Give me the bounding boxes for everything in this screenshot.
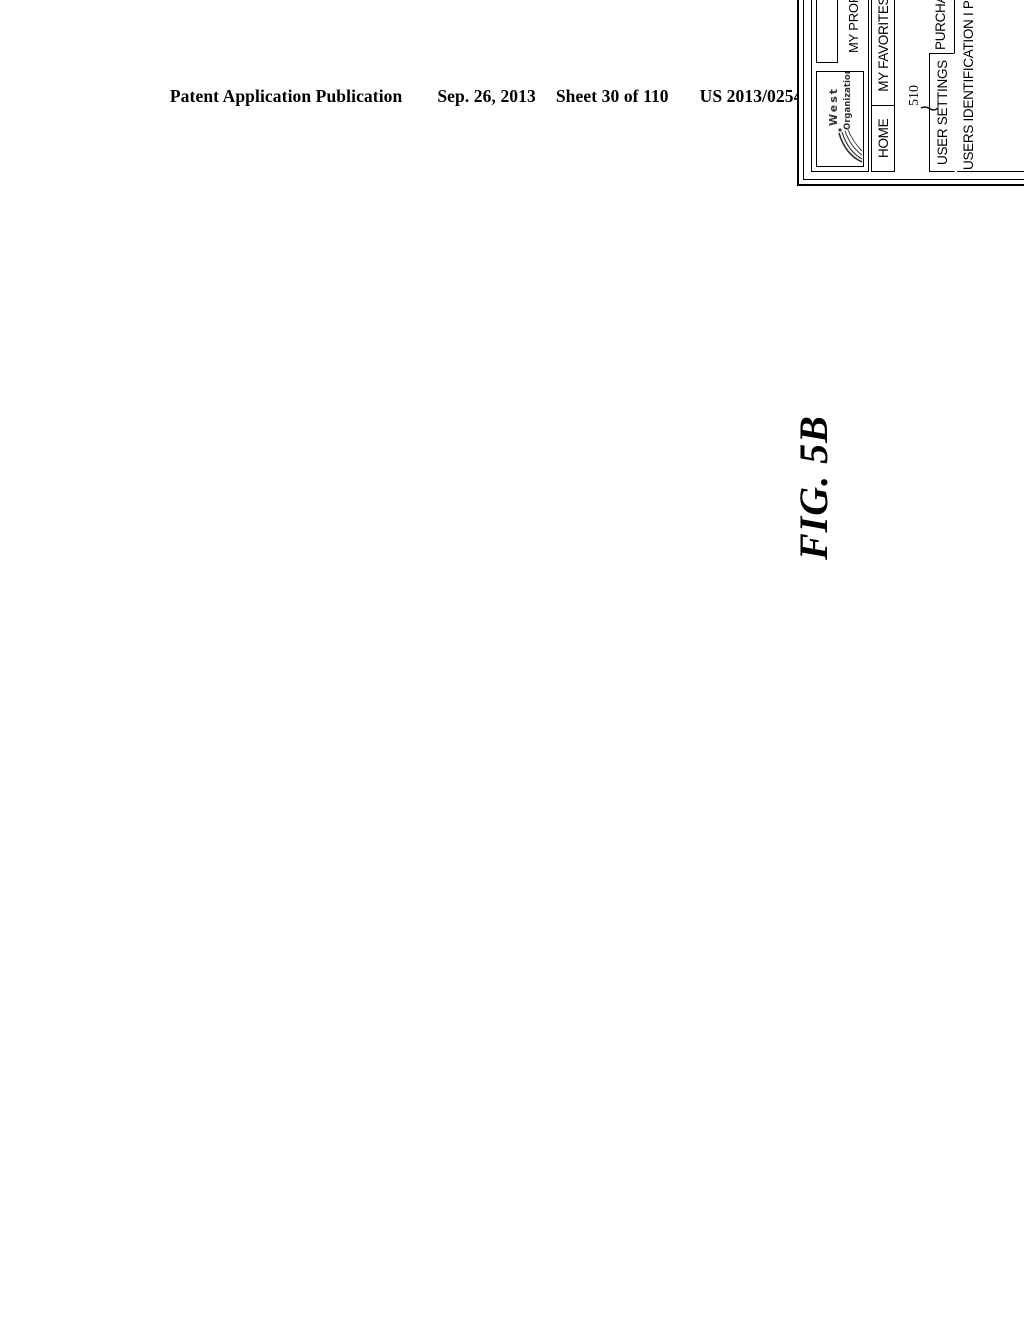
my-profile-label: MY PROFILE: [846, 0, 861, 53]
logo[interactable]: West Organization: [816, 71, 864, 167]
patent-sheet: Sheet 30 of 110: [555, 86, 669, 106]
profile-logout-box: [816, 0, 838, 63]
figure-caption: FIG. 5B: [791, 415, 836, 560]
nav-tab-home[interactable]: HOME: [872, 104, 894, 171]
masthead: West Organization PROFILE I LOGOUT MY PR…: [811, 0, 869, 172]
content-panel: [957, 0, 1024, 172]
main-navigation: HOME MY FAVORITES PRODUCT SEARCH CARTS A…: [871, 0, 895, 172]
patent-date: Sep. 26, 2013: [437, 86, 536, 106]
logo-subtext: Organization: [843, 71, 853, 130]
leader-line-510: [920, 106, 939, 111]
logo-wordmark: West: [827, 86, 840, 126]
subnav-tab-purchasing[interactable]: PURCHASING: [933, 0, 948, 50]
nav-tab-my-favorites[interactable]: MY FAVORITES: [872, 0, 894, 105]
figure-drawing: West Organization PROFILE I LOGOUT MY PR…: [797, 0, 1024, 186]
application-window: West Organization PROFILE I LOGOUT MY PR…: [811, 0, 1024, 172]
patent-publication-label: Patent Application Publication: [169, 86, 403, 106]
